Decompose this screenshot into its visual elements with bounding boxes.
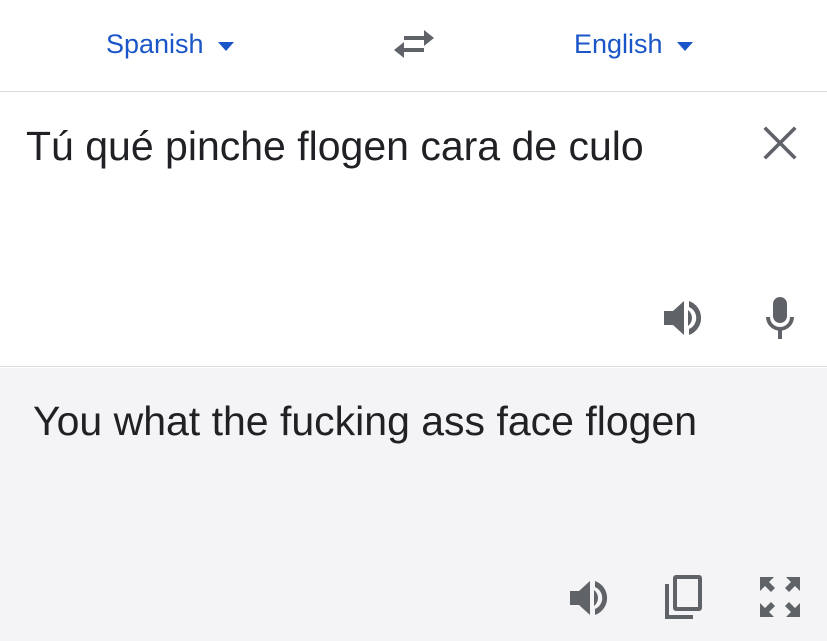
target-language-selector[interactable]: English [574,26,693,62]
target-language-label: English [574,28,663,59]
source-panel: Tú qué pinche flogen cara de culo [0,93,827,367]
source-listen-button[interactable] [660,298,708,338]
voice-input-button[interactable] [762,295,798,341]
chevron-down-icon [676,41,693,51]
speaker-icon [570,581,608,615]
microphone-icon [766,297,794,339]
swap-languages-button[interactable] [392,26,436,62]
language-bar: Spanish English [0,0,827,92]
translation-panel: You what the fucking ass face flogen [0,368,827,641]
copy-icon [665,575,702,619]
source-language-label: Spanish [106,28,204,59]
chevron-down-icon [217,41,234,51]
fullscreen-button[interactable] [758,575,802,619]
fullscreen-icon [760,577,800,617]
copy-translation-button[interactable] [662,574,704,620]
clear-text-button[interactable] [760,123,800,163]
source-text-input[interactable]: Tú qué pinche flogen cara de culo [26,115,726,178]
source-language-selector[interactable]: Spanish [106,26,234,62]
translation-output: You what the fucking ass face flogen [33,398,698,444]
close-icon [763,126,797,160]
translation-listen-button[interactable] [566,578,614,618]
speaker-icon [664,301,702,335]
swap-arrows-icon [394,30,434,58]
